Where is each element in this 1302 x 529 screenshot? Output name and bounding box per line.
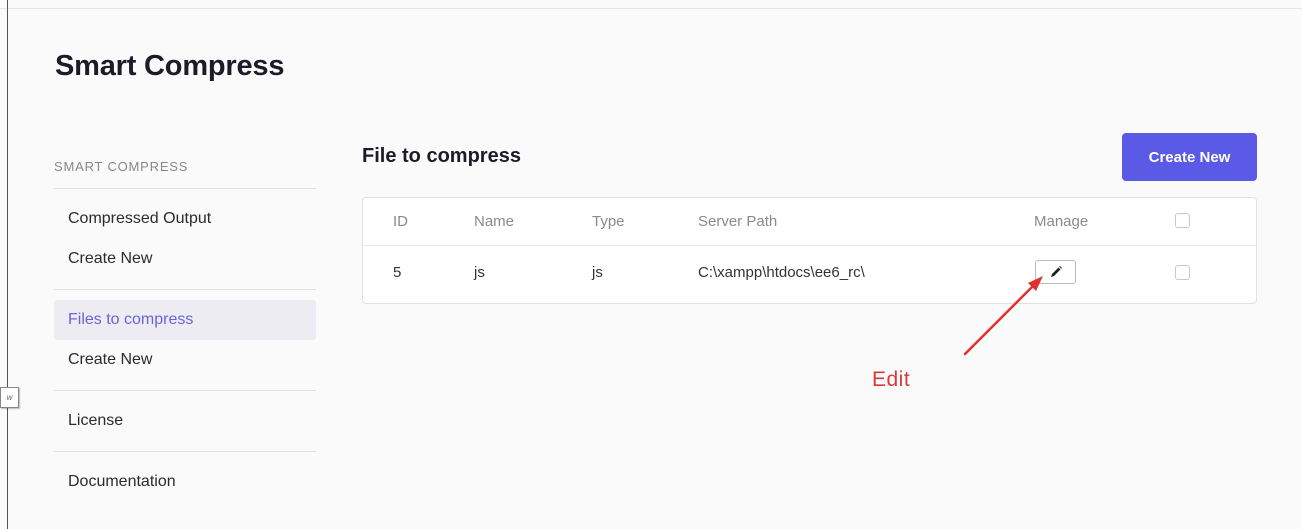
cell-id: 5	[393, 264, 402, 281]
sidebar-item-compressed-output[interactable]: Compressed Output	[54, 199, 316, 239]
nav-group-files: Files to compress Create New	[54, 290, 316, 391]
nav-group-license: License	[54, 391, 316, 452]
sidebar: SMART COMPRESS Compressed Output Create …	[54, 150, 316, 512]
cell-name: js	[474, 264, 485, 281]
row-checkbox[interactable]	[1175, 265, 1190, 280]
cell-type: js	[592, 264, 603, 281]
create-new-button[interactable]: Create New	[1122, 133, 1257, 181]
column-header-name: Name	[474, 213, 515, 230]
sidebar-item-license[interactable]: License	[54, 401, 316, 441]
annotation-arrow	[963, 276, 1043, 356]
edge-tab[interactable]: w	[0, 387, 19, 408]
window-left-edge	[7, 0, 8, 529]
sidebar-item-create-new-output[interactable]: Create New	[54, 239, 316, 279]
app-title: Smart Compress	[55, 50, 285, 82]
column-header-server-path: Server Path	[698, 213, 778, 230]
cell-server-path: C:\xampp\htdocs\ee6_rc\	[698, 264, 865, 281]
table-row: 5 js js C:\xampp\htdocs\ee6_rc\	[363, 246, 1256, 303]
sidebar-item-documentation[interactable]: Documentation	[54, 462, 316, 502]
column-header-manage: Manage	[1034, 213, 1089, 230]
top-border	[0, 8, 1302, 9]
annotation-label: Edit	[872, 368, 911, 391]
column-header-type: Type	[592, 213, 625, 230]
column-header-id: ID	[393, 213, 408, 230]
sidebar-item-create-new-file[interactable]: Create New	[54, 340, 316, 380]
nav-group-docs: Documentation	[54, 452, 316, 512]
page-title: File to compress	[362, 145, 521, 167]
table-header: ID Name Type Server Path Manage	[363, 198, 1256, 246]
sidebar-item-files-to-compress[interactable]: Files to compress	[54, 300, 316, 340]
files-table: ID Name Type Server Path Manage 5 js js …	[362, 197, 1257, 304]
nav-group-output: Compressed Output Create New	[54, 189, 316, 290]
sidebar-heading: SMART COMPRESS	[54, 150, 316, 189]
select-all-checkbox[interactable]	[1175, 213, 1190, 228]
